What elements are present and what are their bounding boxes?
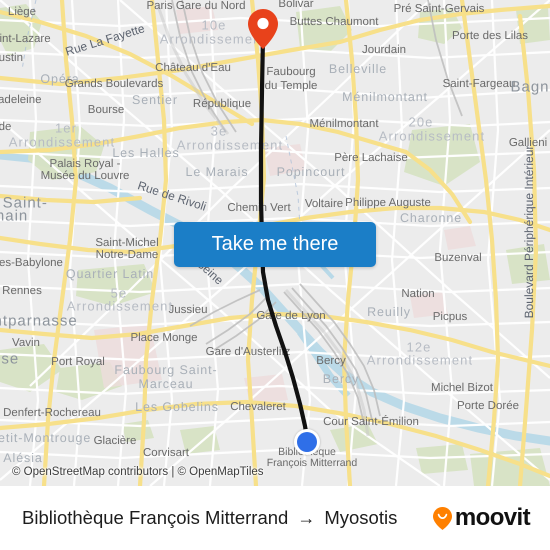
take-me-there-button[interactable]: Take me there bbox=[174, 222, 376, 267]
destination-pin-marker[interactable] bbox=[248, 9, 278, 49]
origin-ring bbox=[294, 429, 320, 455]
arrow-right-icon: → bbox=[297, 508, 316, 528]
route-summary: Bibliothèque François Mitterrand → Myoso… bbox=[22, 507, 433, 529]
map-attribution[interactable]: © OpenStreetMap contributors | © OpenMap… bbox=[12, 466, 264, 478]
bottom-bar: Bibliothèque François Mitterrand → Myoso… bbox=[0, 486, 550, 550]
moovit-logo[interactable]: moovit bbox=[432, 504, 531, 531]
moovit-wordmark: moovit bbox=[454, 504, 531, 531]
moovit-pin-icon bbox=[432, 506, 452, 530]
moovit-route-page: Liège Paris Gare du Nord Bolivar Buttes Cha… bbox=[0, 0, 550, 550]
map-canvas[interactable]: Liège Paris Gare du Nord Bolivar Buttes Cha… bbox=[0, 0, 550, 486]
origin-dot-marker[interactable] bbox=[294, 429, 320, 455]
map-pin-icon bbox=[248, 9, 278, 49]
route-origin-label: Bibliothèque François Mitterrand bbox=[22, 507, 289, 528]
origin-dot bbox=[297, 432, 317, 452]
route-destination-label: Myosotis bbox=[324, 507, 398, 528]
